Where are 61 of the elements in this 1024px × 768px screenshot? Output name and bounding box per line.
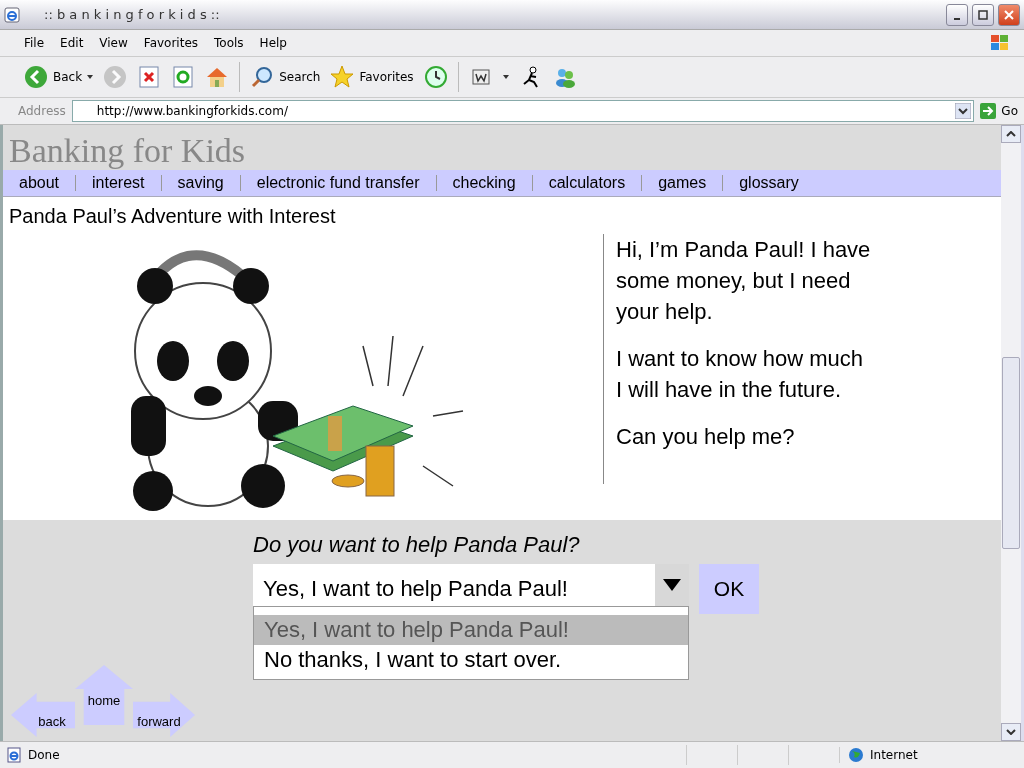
caret-icon[interactable] (502, 75, 509, 79)
star-icon (330, 65, 355, 89)
address-field[interactable]: http://www.bankingforkids.com/ (71, 100, 975, 122)
favorites-button[interactable]: Favorites (330, 65, 414, 89)
nav-link[interactable]: electronic fund transfer (248, 174, 428, 192)
scrollbar-thumb[interactable] (1002, 357, 1020, 549)
nav-link[interactable]: games (650, 174, 715, 192)
search-icon (250, 65, 275, 89)
nav-link[interactable]: interest (84, 174, 153, 192)
speech-text: I want to know how much I will have in the future. (616, 345, 864, 404)
chevron-down-icon (1006, 729, 1016, 735)
dropdown-option[interactable]: No thanks, I want to start over. (254, 645, 688, 675)
answer-select[interactable]: Yes, I want to help Panda Paul! (253, 564, 689, 606)
menu-item[interactable]: Favorites (143, 36, 199, 50)
go-button[interactable]: Go (980, 103, 1018, 119)
status-text: Done (28, 748, 60, 762)
menu-item[interactable]: Help (259, 36, 287, 50)
maximize-button[interactable] (972, 3, 994, 26)
caret-icon (663, 579, 681, 591)
menu-item[interactable]: Tools (214, 36, 244, 50)
nav-link[interactable]: checking (444, 174, 524, 192)
refresh-icon[interactable] (171, 65, 196, 89)
nav-link[interactable]: calculators (540, 174, 634, 192)
speech-text: Hi, I’m Panda Paul! I have some money, but I need your help. (616, 236, 871, 326)
minimize-icon (954, 17, 960, 20)
arrow-nav-button[interactable]: back (11, 693, 75, 737)
close-icon (1004, 9, 1014, 20)
arrow-nav-button[interactable]: home (75, 665, 133, 725)
browser-icon (4, 6, 20, 23)
stop-icon[interactable] (137, 65, 162, 89)
question-text: Do you want to help Panda Paul? (253, 532, 581, 558)
back-button[interactable]: Back (24, 65, 94, 89)
maximize-icon (978, 9, 988, 20)
nav-link[interactable]: about (11, 174, 68, 192)
scroll-up-button[interactable] (1001, 125, 1021, 143)
go-arrow-icon (980, 103, 997, 119)
zone-text: Internet (870, 748, 918, 762)
page-heading: Panda Paul’s Adventure with Interest (8, 204, 337, 228)
caret-icon (87, 75, 94, 79)
minimize-button[interactable] (946, 3, 968, 26)
address-label: Address (18, 104, 66, 118)
nav-link[interactable]: glossary (731, 174, 807, 192)
menu-item[interactable]: View (99, 36, 128, 50)
menu-item[interactable]: File (24, 36, 45, 50)
close-button[interactable] (998, 3, 1020, 26)
window-title: :: b a n k i n g f o r k i d s :: (44, 7, 220, 22)
history-icon[interactable] (423, 65, 448, 89)
nav-link[interactable]: saving (169, 174, 232, 192)
arrow-nav-button[interactable]: forward (133, 693, 195, 737)
speech-text: Can you help me? (616, 423, 796, 451)
windows-flag-icon (990, 34, 1010, 52)
site-logo: Banking for Kids (8, 134, 246, 170)
ok-button[interactable]: OK (699, 564, 759, 614)
chevron-up-icon (1006, 131, 1016, 137)
dropdown-option[interactable]: Yes, I want to help Panda Paul! (254, 615, 688, 645)
scroll-down-button[interactable] (1001, 723, 1021, 741)
dropdown-arrow-icon[interactable] (955, 103, 972, 119)
search-button[interactable]: Search (250, 65, 321, 89)
globe-icon (848, 747, 864, 763)
page-icon (6, 747, 22, 763)
menu-item[interactable]: Edit (60, 36, 84, 50)
